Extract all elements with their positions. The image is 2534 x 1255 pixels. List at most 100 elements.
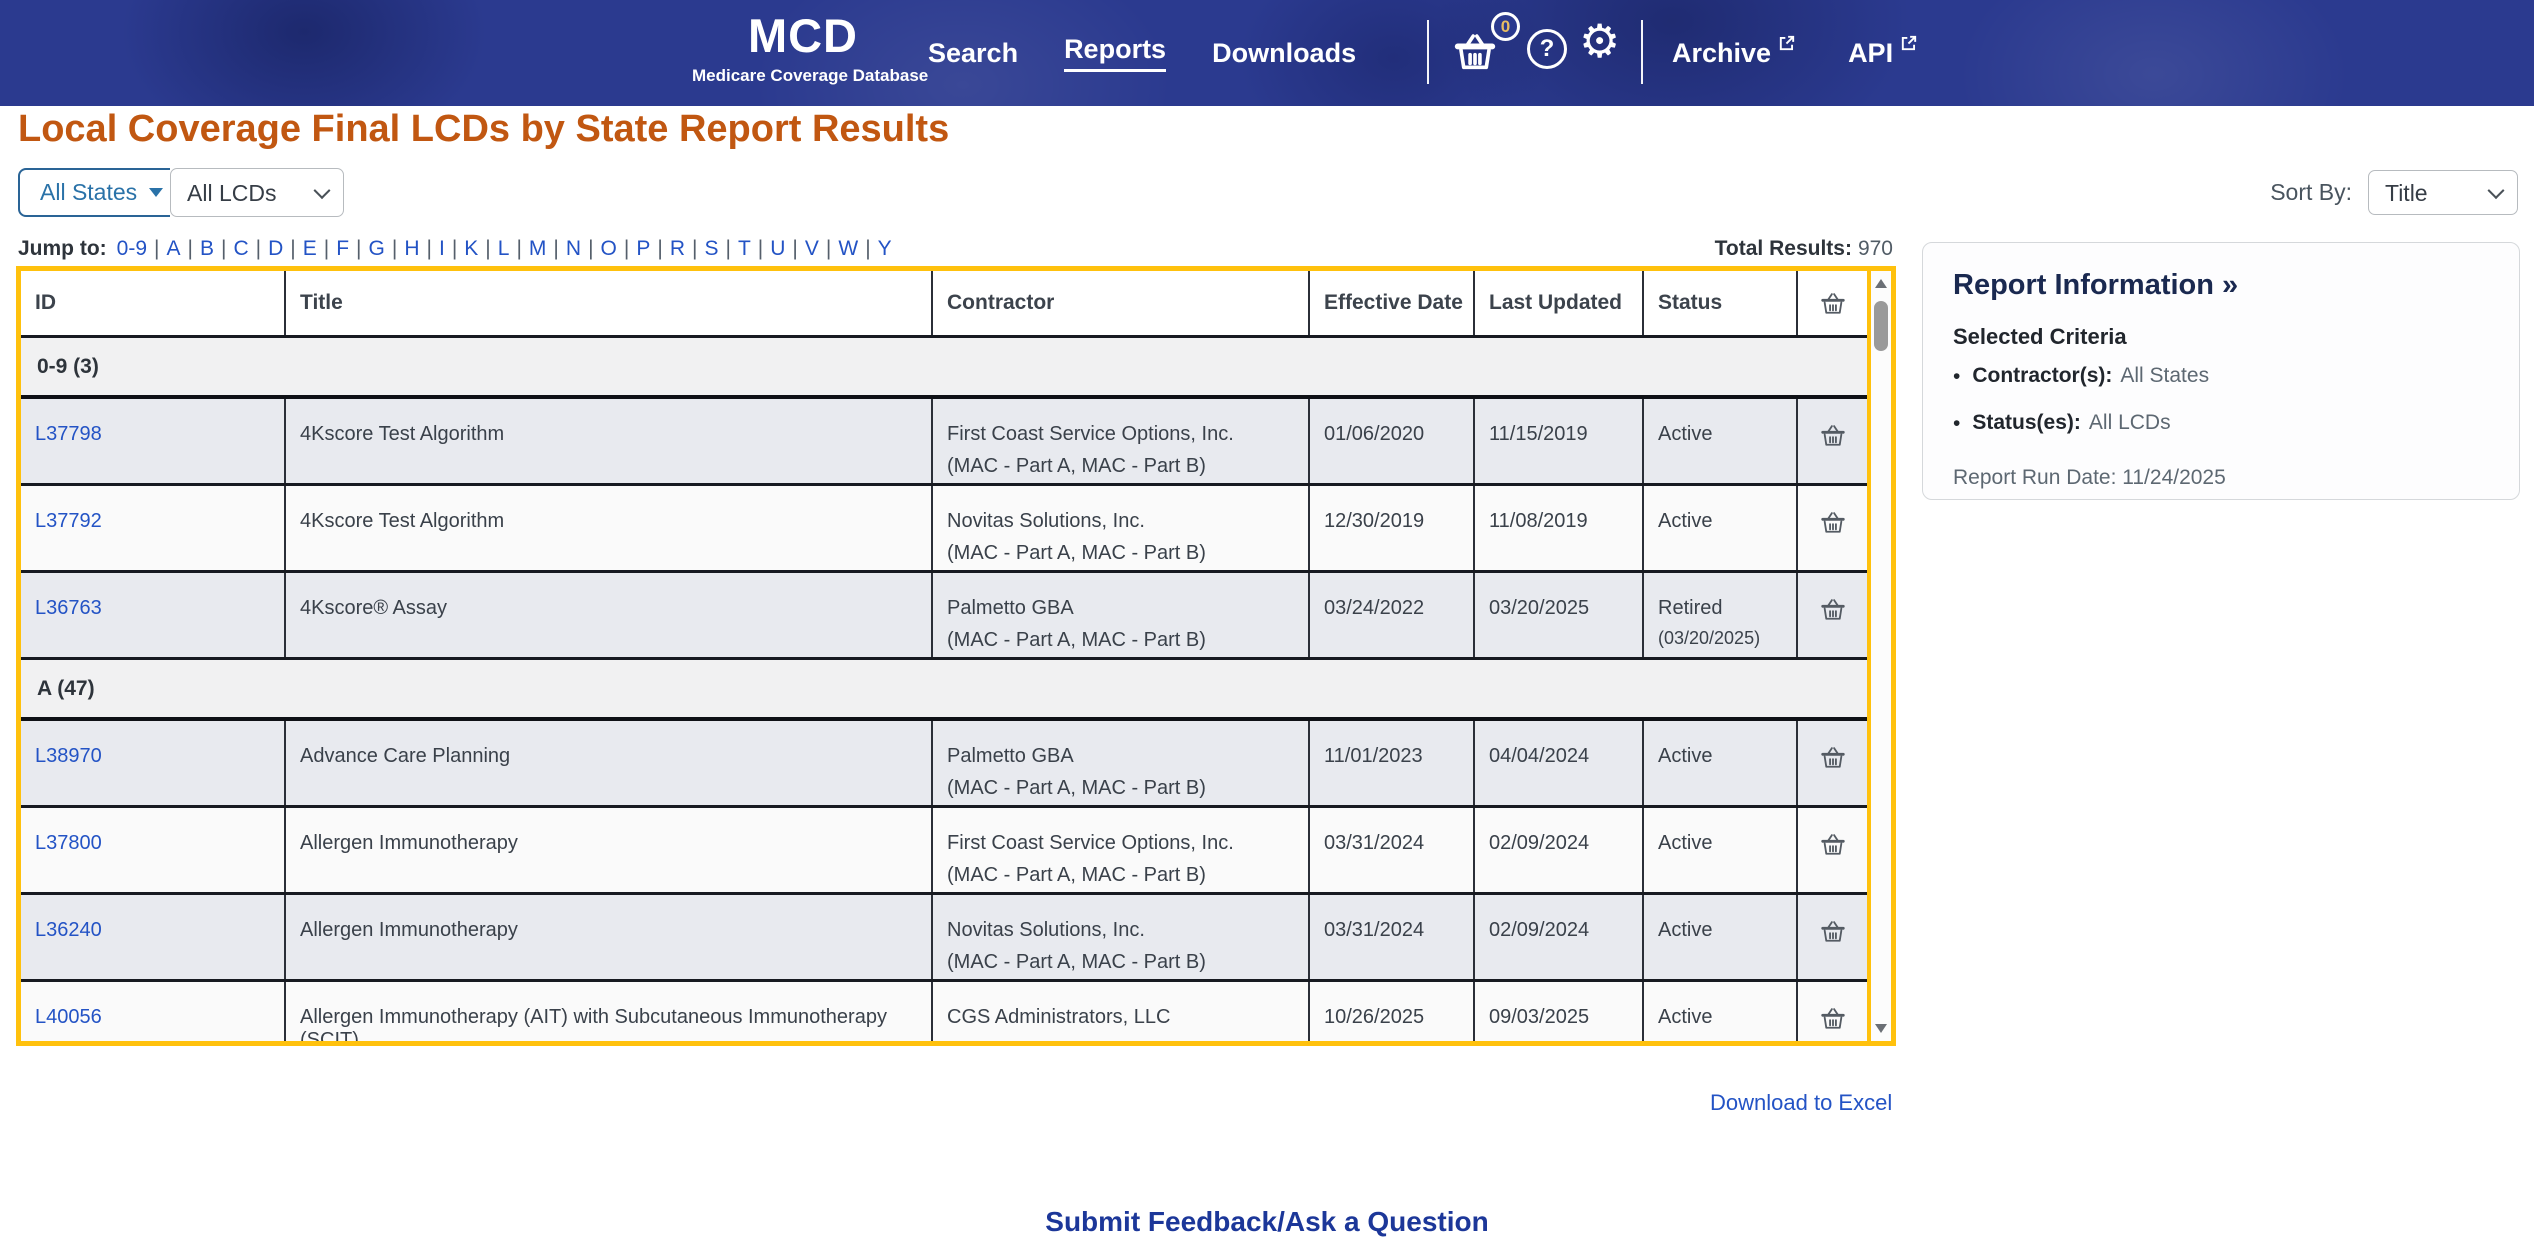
submit-feedback-link[interactable]: Submit Feedback/Ask a Question xyxy=(1045,1206,1488,1237)
scroll-down-arrow[interactable] xyxy=(1875,1024,1887,1033)
lcd-id-link[interactable]: L40056 xyxy=(35,1006,102,1028)
col-header-status: Status xyxy=(1644,271,1798,335)
settings-gear-icon[interactable]: ⚙ xyxy=(1579,18,1620,64)
caret-down-icon xyxy=(149,188,164,197)
jump-link-F[interactable]: F xyxy=(336,237,349,260)
nav-downloads[interactable]: Downloads xyxy=(1212,38,1356,69)
jump-link-T[interactable]: T xyxy=(738,237,751,260)
title-cell: 4Kscore Test Algorithm xyxy=(286,399,933,483)
jump-link-R[interactable]: R xyxy=(670,237,685,260)
lcd-filter-select[interactable]: All LCDs xyxy=(170,168,344,217)
jump-link-S[interactable]: S xyxy=(704,237,718,260)
gear-glyph: ⚙ xyxy=(1579,14,1621,68)
jump-link-V[interactable]: V xyxy=(805,237,819,260)
title-cell: Advance Care Planning xyxy=(286,721,933,805)
lcd-id-link[interactable]: L37798 xyxy=(35,423,102,445)
jump-separator: | xyxy=(426,237,432,260)
add-to-basket-button[interactable] xyxy=(1820,919,1846,946)
jump-link-A[interactable]: A xyxy=(166,237,180,260)
last-updated-cell: 02/09/2024 xyxy=(1475,808,1644,892)
add-to-basket-button[interactable] xyxy=(1820,423,1846,450)
nav-reports[interactable]: Reports xyxy=(1064,34,1167,72)
contractor-cell: Palmetto GBA (MAC - Part A, MAC - Part B) xyxy=(933,721,1310,805)
archive-link[interactable]: Archive xyxy=(1672,35,1796,69)
contractor-cell: Novitas Solutions, Inc. (MAC - Part A, MA… xyxy=(933,895,1310,979)
jump-separator: | xyxy=(623,237,630,260)
jump-link-U[interactable]: U xyxy=(770,237,785,260)
add-to-basket-button[interactable] xyxy=(1820,1006,1846,1033)
basket-cell xyxy=(1798,808,1867,892)
nav-search[interactable]: Search xyxy=(928,38,1018,69)
logo-subtitle: Medicare Coverage Database xyxy=(692,66,929,85)
id-cell: L37792 xyxy=(21,486,286,570)
table-scrollbar[interactable] xyxy=(1867,271,1891,1041)
sort-select[interactable]: Title xyxy=(2368,170,2518,215)
table-row: L40056 Allergen Immunotherapy (AIT) with … xyxy=(21,982,1867,1041)
basket-icon[interactable] xyxy=(1452,30,1498,74)
help-icon[interactable]: ? xyxy=(1527,29,1567,69)
basket-count-badge: 0 xyxy=(1491,12,1520,41)
all-states-dropdown-button[interactable]: All States xyxy=(18,168,186,217)
effective-date-cell: 12/30/2019 xyxy=(1310,486,1475,570)
jump-link-B[interactable]: B xyxy=(200,237,214,260)
download-to-excel-link[interactable]: Download to Excel xyxy=(1710,1090,1892,1116)
jump-link-N[interactable]: N xyxy=(566,237,581,260)
scroll-up-arrow[interactable] xyxy=(1875,279,1887,288)
title-cell: 4Kscore® Assay xyxy=(286,573,933,657)
help-glyph: ? xyxy=(1539,35,1555,62)
lcd-id-link[interactable]: L37792 xyxy=(35,510,102,532)
jump-link-K[interactable]: K xyxy=(464,237,478,260)
jump-link-0-9[interactable]: 0-9 xyxy=(117,237,147,260)
jump-separator: | xyxy=(657,237,663,260)
jump-link-C[interactable]: C xyxy=(233,237,248,260)
jump-link-I[interactable]: I xyxy=(439,237,445,260)
status-cell: Active xyxy=(1644,399,1798,483)
basket-cell xyxy=(1798,982,1867,1041)
add-to-basket-button[interactable] xyxy=(1820,597,1846,624)
basket-icon xyxy=(1820,293,1845,314)
table-row: L37792 4Kscore Test Algorithm Novitas Solu… xyxy=(21,486,1867,573)
jump-link-M[interactable]: M xyxy=(529,237,547,260)
basket-cell xyxy=(1798,573,1867,657)
report-information-heading[interactable]: Report Information » xyxy=(1953,269,2238,302)
add-to-basket-button[interactable] xyxy=(1820,510,1846,537)
lcd-id-link[interactable]: L37800 xyxy=(35,832,102,854)
jump-link-P[interactable]: P xyxy=(636,237,650,260)
id-cell: L37798 xyxy=(21,399,286,483)
jump-separator: | xyxy=(865,237,871,260)
jump-separator: | xyxy=(323,237,330,260)
criteria-item: • Status(es): All LCDs xyxy=(1953,411,2489,436)
jump-link-D[interactable]: D xyxy=(268,237,283,260)
jump-link-Y[interactable]: Y xyxy=(878,237,892,260)
id-cell: L36763 xyxy=(21,573,286,657)
status-cell: Retired (03/20/2025) xyxy=(1644,573,1798,657)
jump-link-E[interactable]: E xyxy=(303,237,317,260)
total-results: Total Results: 970 xyxy=(1715,237,1893,261)
lcd-id-link[interactable]: L36240 xyxy=(35,919,102,941)
mcd-logo[interactable]: MCD Medicare Coverage Database xyxy=(692,12,929,86)
table-header-row: ID Title Contractor Effective Date Last … xyxy=(21,271,1867,338)
selected-criteria-list: • Contractor(s): All States • Status(es): All… xyxy=(1953,364,2489,436)
scroll-thumb[interactable] xyxy=(1874,301,1888,351)
contractor-cell: First Coast Service Options, Inc. (MAC - … xyxy=(933,808,1310,892)
bullet-icon: • xyxy=(1953,412,1961,436)
jump-link-L[interactable]: L xyxy=(498,237,510,260)
jump-link-O[interactable]: O xyxy=(601,237,617,260)
jump-link-H[interactable]: H xyxy=(404,237,419,260)
last-updated-cell: 03/20/2025 xyxy=(1475,573,1644,657)
status-cell: Active xyxy=(1644,982,1798,1041)
lcd-id-link[interactable]: L38970 xyxy=(35,745,102,767)
jump-link-W[interactable]: W xyxy=(838,237,858,260)
title-cell: Allergen Immunotherapy xyxy=(286,808,933,892)
table-row: L37800 Allergen Immunotherapy First Coast … xyxy=(21,808,1867,895)
jump-separator: | xyxy=(255,237,262,260)
lcd-id-link[interactable]: L36763 xyxy=(35,597,102,619)
group-header-row: 0-9 (3) xyxy=(21,338,1867,399)
archive-label: Archive xyxy=(1672,37,1772,68)
jump-separator: | xyxy=(485,237,491,260)
api-link[interactable]: API xyxy=(1848,35,1918,69)
jump-link-G[interactable]: G xyxy=(369,237,385,260)
add-to-basket-button[interactable] xyxy=(1820,832,1846,859)
jump-to-row: Jump to: 0-9 | A | B | C | D | E | F | G | H | I | K | L | M | N | O |… xyxy=(18,237,892,261)
add-to-basket-button[interactable] xyxy=(1820,745,1846,772)
